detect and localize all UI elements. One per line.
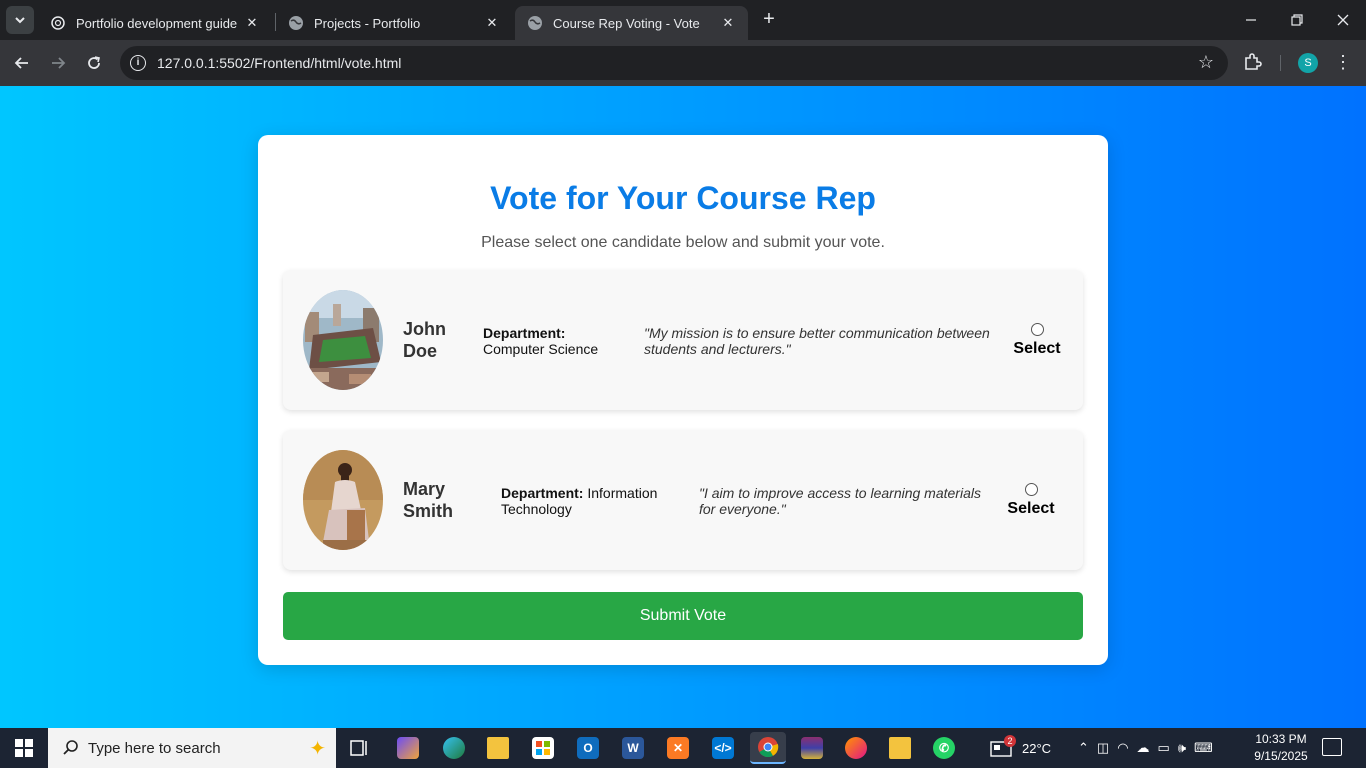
- windows-taskbar: Type here to search ✦ O W ✕ </> ✆ 22°C 2…: [0, 728, 1366, 768]
- weather-widget[interactable]: 22°C: [990, 728, 1051, 768]
- department-label: Department:: [501, 485, 584, 501]
- page-subtitle: Please select one candidate below and su…: [481, 234, 885, 251]
- whatsapp-icon[interactable]: ✆: [926, 732, 962, 764]
- candidate-radio[interactable]: [1024, 483, 1038, 496]
- bookmark-star-icon[interactable]: ☆: [1198, 52, 1214, 73]
- notification-center-icon[interactable]: [1322, 738, 1342, 756]
- candidate-select[interactable]: Select: [1007, 483, 1055, 518]
- openai-icon: [50, 15, 66, 31]
- notification-badge: 2: [1004, 735, 1016, 747]
- tab-projects-portfolio[interactable]: Projects - Portfolio ✕: [276, 6, 512, 40]
- system-tray: ⌃ ◫ ◠ ☁ ▭ 🕪 ⌨: [1078, 728, 1213, 768]
- arrow-left-icon: [14, 57, 28, 69]
- department-value: Computer Science: [483, 341, 599, 357]
- word-icon[interactable]: W: [615, 732, 651, 764]
- tab-search-button[interactable]: [6, 6, 34, 34]
- address-bar[interactable]: i 127.0.0.1:5502/Frontend/html/vote.html…: [120, 46, 1228, 80]
- chrome-icon[interactable]: [750, 732, 786, 764]
- clock-time: 10:33 PM: [1255, 732, 1307, 746]
- candidate-select[interactable]: Select: [1013, 323, 1061, 358]
- clock[interactable]: 10:33 PM 9/15/2025: [1245, 731, 1317, 765]
- site-info-icon[interactable]: i: [130, 55, 146, 71]
- copilot-sparkle-icon[interactable]: ✦: [309, 736, 326, 761]
- arrow-right-icon: [52, 57, 66, 69]
- toolbar-divider: [1280, 55, 1281, 71]
- candidate-name: John Doe: [403, 319, 446, 361]
- restore-icon: [1291, 14, 1303, 26]
- tab-title: Portfolio development guide: [76, 15, 238, 31]
- reload-button[interactable]: [80, 49, 108, 77]
- candidate-quote: "I aim to improve access to learning mat…: [699, 485, 981, 517]
- extensions-puzzle-icon[interactable]: [1242, 52, 1264, 74]
- tab-title: Projects - Portfolio: [314, 15, 421, 31]
- onedrive-icon[interactable]: ☁: [1137, 740, 1150, 756]
- candidate-photo: [303, 290, 383, 390]
- copilot-icon[interactable]: [390, 732, 426, 764]
- windows-logo-icon: [15, 739, 33, 757]
- keyboard-icon[interactable]: ⌨: [1194, 740, 1213, 756]
- file-explorer-icon[interactable]: [480, 732, 516, 764]
- winrar-icon[interactable]: [794, 732, 830, 764]
- candidate-radio[interactable]: [1030, 323, 1044, 336]
- outlook-icon[interactable]: O: [570, 732, 606, 764]
- store-icon[interactable]: [525, 732, 561, 764]
- restore-button[interactable]: [1274, 0, 1320, 40]
- taskbar-search[interactable]: Type here to search ✦: [48, 728, 336, 768]
- select-label[interactable]: Select: [1013, 340, 1060, 358]
- file-manager-icon[interactable]: [882, 732, 918, 764]
- url-text[interactable]: 127.0.0.1:5502/Frontend/html/vote.html: [157, 55, 401, 71]
- forward-button[interactable]: [44, 49, 72, 77]
- browser-tab-bar: Portfolio development guide ✕ Projects -…: [0, 0, 1366, 40]
- tab-course-rep-voting[interactable]: Course Rep Voting - Vote ✕: [515, 6, 748, 40]
- tab-portfolio-guide[interactable]: Portfolio development guide ✕: [38, 6, 272, 40]
- chevron-up-icon[interactable]: ⌃: [1078, 740, 1089, 756]
- candidate-photo: [303, 450, 383, 550]
- globe-icon: [527, 15, 543, 31]
- tab-title: Course Rep Voting - Vote: [553, 15, 700, 31]
- candidate-quote: "My mission is to ensure better communic…: [644, 325, 990, 357]
- firefox-icon[interactable]: [838, 732, 874, 764]
- close-icon[interactable]: ✕: [484, 15, 500, 31]
- reload-icon: [88, 56, 100, 69]
- minimize-icon: [1246, 19, 1256, 21]
- close-icon[interactable]: ✕: [244, 15, 260, 31]
- close-icon: [1337, 14, 1349, 26]
- minimize-button[interactable]: [1228, 0, 1274, 40]
- xampp-icon[interactable]: ✕: [660, 732, 696, 764]
- candidate-name: Mary Smith: [403, 479, 454, 521]
- new-tab-button[interactable]: +: [758, 8, 780, 30]
- camera-icon[interactable]: ◫: [1097, 740, 1109, 756]
- browser-toolbar: i 127.0.0.1:5502/Frontend/html/vote.html…: [0, 40, 1366, 86]
- vscode-icon[interactable]: </>: [705, 732, 741, 764]
- candidate-card-john-doe[interactable]: John Doe Department: Computer Science "M…: [283, 270, 1083, 410]
- candidate-card-mary-smith[interactable]: Mary Smith Department: Information Techn…: [283, 430, 1083, 570]
- submit-vote-button[interactable]: Submit Vote: [283, 592, 1083, 640]
- department-label: Department:: [483, 325, 566, 341]
- volume-icon[interactable]: 🕪: [1178, 740, 1186, 756]
- clock-date: 9/15/2025: [1254, 749, 1308, 763]
- candidate-department: Department: Information Technology: [501, 485, 671, 517]
- wifi-icon[interactable]: ◠: [1117, 740, 1128, 756]
- page-title: Vote for Your Course Rep: [490, 180, 876, 216]
- close-window-button[interactable]: [1320, 0, 1366, 40]
- start-button[interactable]: [0, 728, 48, 768]
- weather-temp: 22°C: [1022, 740, 1052, 756]
- more-menu-icon[interactable]: ⋮: [1334, 52, 1352, 72]
- select-label[interactable]: Select: [1007, 500, 1054, 518]
- search-icon: [63, 740, 78, 755]
- profile-avatar[interactable]: S: [1298, 53, 1318, 73]
- globe-icon: [288, 15, 304, 31]
- edge-icon[interactable]: [436, 732, 472, 764]
- chevron-down-icon: [15, 17, 25, 24]
- close-icon[interactable]: ✕: [720, 15, 736, 31]
- task-view-icon[interactable]: [342, 732, 378, 764]
- vote-card: Vote for Your Course Rep Please select o…: [258, 135, 1108, 665]
- battery-icon[interactable]: ▭: [1158, 740, 1170, 756]
- back-button[interactable]: [8, 49, 36, 77]
- candidate-department: Department: Computer Science: [483, 325, 623, 357]
- page-background: Vote for Your Course Rep Please select o…: [0, 86, 1366, 728]
- search-placeholder[interactable]: Type here to search: [88, 740, 221, 757]
